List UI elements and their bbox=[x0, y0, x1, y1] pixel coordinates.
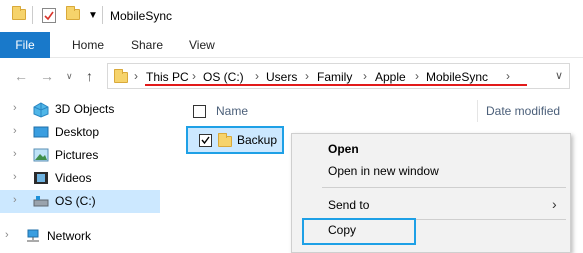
sidebar-item-os-c[interactable]: › OS (C:) bbox=[0, 190, 160, 213]
navigation-bar: ← → ∨ ↑ › This PC › OS (C:) › Users › Fa… bbox=[0, 58, 583, 94]
sidebar-item-pictures[interactable]: › Pictures bbox=[0, 144, 160, 167]
sidebar-item-network[interactable]: › Network bbox=[0, 225, 160, 248]
drive-icon bbox=[33, 194, 49, 208]
desktop-icon bbox=[33, 125, 49, 139]
back-arrow-icon[interactable]: ← bbox=[14, 68, 28, 84]
item-checkbox[interactable] bbox=[199, 134, 212, 147]
select-all-checkbox[interactable] bbox=[193, 105, 206, 118]
breadcrumb-this-pc[interactable]: This PC bbox=[146, 70, 189, 84]
ribbon: File Home Share View bbox=[0, 32, 583, 58]
expand-arrow-icon[interactable]: › bbox=[13, 194, 17, 206]
menu-item-label: Send to bbox=[328, 198, 370, 212]
sidebar-item-desktop[interactable]: › Desktop bbox=[0, 121, 160, 144]
submenu-arrow-icon: › bbox=[552, 196, 557, 212]
folder-icon bbox=[218, 133, 232, 150]
menu-item-open[interactable]: Open bbox=[292, 138, 572, 160]
breadcrumb-os-c[interactable]: OS (C:) bbox=[203, 70, 244, 84]
properties-icon[interactable] bbox=[42, 8, 56, 23]
new-folder-icon[interactable] bbox=[66, 6, 80, 23]
recent-locations-icon[interactable]: ∨ bbox=[66, 71, 73, 82]
sidebar-item-3d-objects[interactable]: › 3D Objects bbox=[0, 98, 160, 121]
title-bar: ▼ MobileSync bbox=[0, 0, 583, 32]
breadcrumb-separator-icon[interactable]: › bbox=[506, 69, 510, 83]
folder-icon bbox=[12, 6, 26, 23]
breadcrumb-separator-icon[interactable]: › bbox=[415, 69, 419, 83]
3d-objects-icon bbox=[33, 102, 49, 118]
sidebar-item-videos[interactable]: › Videos bbox=[0, 167, 160, 190]
sidebar-item-label: Videos bbox=[55, 171, 92, 185]
menu-item-label: Open bbox=[328, 142, 359, 156]
folder-icon bbox=[114, 69, 128, 86]
sidebar-item-label: OS (C:) bbox=[55, 194, 96, 208]
forward-arrow-icon[interactable]: → bbox=[40, 68, 54, 84]
annotation-highlight-copy bbox=[302, 218, 416, 245]
menu-item-send-to[interactable]: Send to › bbox=[292, 194, 572, 216]
tab-view[interactable]: View bbox=[189, 32, 215, 58]
file-name: Backup bbox=[237, 133, 278, 147]
tab-home[interactable]: Home bbox=[72, 32, 104, 58]
breadcrumb-apple[interactable]: Apple bbox=[375, 70, 406, 84]
column-name[interactable]: Name bbox=[216, 104, 248, 118]
breadcrumb-separator-icon[interactable]: › bbox=[255, 69, 259, 83]
menu-item-label: Open in new window bbox=[328, 164, 439, 178]
up-arrow-icon[interactable]: ↑ bbox=[86, 68, 93, 84]
divider bbox=[32, 6, 33, 24]
breadcrumb-users[interactable]: Users bbox=[266, 70, 297, 84]
sidebar-item-label: Pictures bbox=[55, 148, 99, 162]
annotation-underline bbox=[145, 84, 527, 86]
sidebar-item-label: Desktop bbox=[55, 125, 100, 139]
videos-icon bbox=[33, 171, 49, 185]
window-title: MobileSync bbox=[110, 9, 173, 23]
address-dropdown-icon[interactable]: ∨ bbox=[555, 69, 563, 82]
breadcrumb-separator-icon[interactable]: › bbox=[134, 69, 138, 83]
customize-toolbar-icon[interactable]: ▼ bbox=[88, 10, 98, 21]
expand-arrow-icon[interactable]: › bbox=[13, 125, 17, 137]
column-divider[interactable] bbox=[477, 100, 478, 122]
column-date-modified[interactable]: Date modified bbox=[486, 104, 560, 118]
breadcrumb-mobilesync[interactable]: MobileSync bbox=[426, 70, 488, 84]
breadcrumb-separator-icon[interactable]: › bbox=[305, 69, 309, 83]
list-item-backup[interactable]: Backup bbox=[186, 126, 284, 154]
breadcrumb-separator-icon[interactable]: › bbox=[192, 69, 196, 83]
menu-item-open-in-new-window[interactable]: Open in new window bbox=[292, 160, 572, 182]
menu-separator bbox=[322, 187, 566, 188]
sidebar-item-label: 3D Objects bbox=[55, 102, 115, 116]
navigation-pane: › 3D Objects › Desktop › Pictures › Vide… bbox=[0, 94, 160, 253]
expand-arrow-icon[interactable]: › bbox=[5, 229, 9, 241]
breadcrumb-separator-icon[interactable]: › bbox=[363, 69, 367, 83]
tab-file[interactable]: File bbox=[0, 32, 50, 58]
column-header: Name Date modified bbox=[160, 100, 583, 127]
network-icon bbox=[25, 229, 41, 243]
pictures-icon bbox=[33, 148, 49, 162]
tab-share[interactable]: Share bbox=[131, 32, 163, 58]
expand-arrow-icon[interactable]: › bbox=[13, 171, 17, 183]
expand-arrow-icon[interactable]: › bbox=[13, 102, 17, 114]
breadcrumb-family[interactable]: Family bbox=[317, 70, 352, 84]
expand-arrow-icon[interactable]: › bbox=[13, 148, 17, 160]
sidebar-item-label: Network bbox=[47, 229, 92, 243]
divider bbox=[102, 6, 103, 24]
